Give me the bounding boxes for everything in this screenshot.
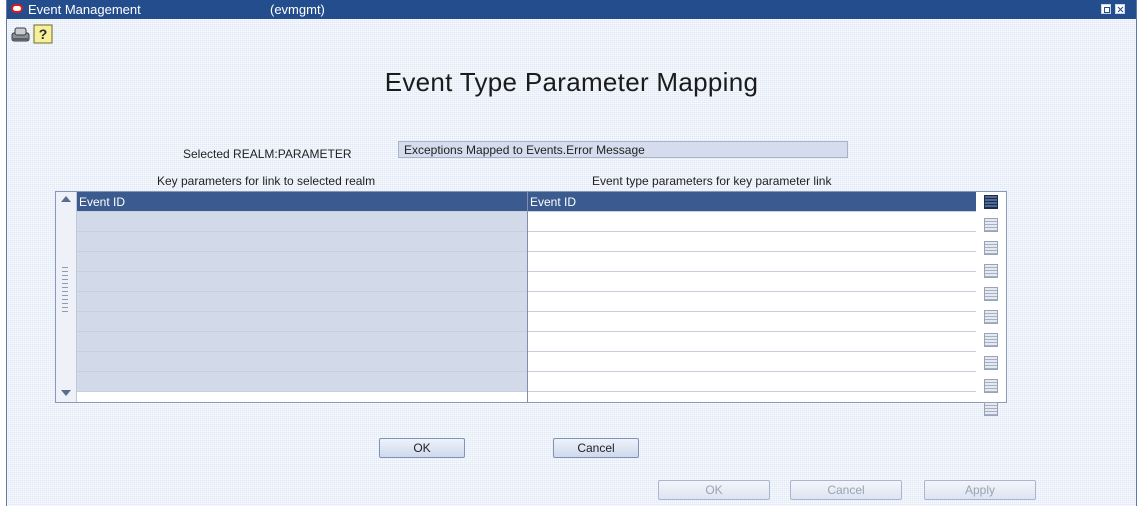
vertical-scrollbar[interactable]: [56, 192, 77, 402]
key-parameter-cell[interactable]: [77, 212, 527, 232]
key-parameter-cell[interactable]: [77, 272, 527, 292]
event-parameter-cell[interactable]: Event ID: [528, 192, 976, 212]
key-parameter-cell[interactable]: [77, 252, 527, 272]
row-selector-button[interactable]: [984, 356, 998, 370]
event-parameter-cell[interactable]: [528, 212, 976, 232]
event-parameter-cell[interactable]: [528, 232, 976, 252]
key-parameters-header: Key parameters for link to selected real…: [157, 174, 376, 188]
oracle-logo-icon: [11, 4, 23, 13]
key-parameter-cell[interactable]: [77, 232, 527, 252]
row-selector-button[interactable]: [984, 379, 998, 393]
key-parameter-cell[interactable]: Event ID: [77, 192, 527, 212]
page-title: Event Type Parameter Mapping: [384, 67, 759, 97]
close-icon[interactable]: [1115, 4, 1125, 14]
row-selector-column: [977, 192, 1005, 416]
event-parameter-cell[interactable]: [528, 332, 976, 352]
window-subtitle: (evmgmt): [270, 2, 325, 17]
row-selector-button[interactable]: [984, 195, 998, 209]
event-parameter-cell[interactable]: [528, 292, 976, 312]
footer-apply-button[interactable]: Apply: [924, 480, 1036, 500]
key-parameter-cell[interactable]: [77, 292, 527, 312]
event-type-parameters-header: Event type parameters for key parameter …: [592, 174, 832, 188]
scroll-down-icon[interactable]: [61, 390, 71, 396]
dialog-cancel-button[interactable]: Cancel: [553, 438, 639, 458]
row-selector-button[interactable]: [984, 264, 998, 278]
row-selector-button[interactable]: [984, 287, 998, 301]
window-title: Event Management: [28, 2, 141, 17]
row-selector-button[interactable]: [984, 310, 998, 324]
event-management-window: Event Management (evmgmt) ? Event Type P…: [6, 0, 1137, 506]
event-parameter-cell[interactable]: [528, 272, 976, 292]
event-parameter-cell[interactable]: [528, 372, 976, 392]
key-parameters-column: Event ID: [77, 192, 527, 402]
row-selector-button[interactable]: [984, 218, 998, 232]
footer-cancel-button[interactable]: Cancel: [790, 480, 902, 500]
key-parameter-cell[interactable]: [77, 332, 527, 352]
scroll-grip-icon[interactable]: [62, 264, 68, 312]
stamp-icon[interactable]: [11, 24, 31, 44]
event-parameter-cell[interactable]: [528, 312, 976, 332]
row-selector-button[interactable]: [984, 241, 998, 255]
key-parameter-cell[interactable]: [77, 352, 527, 372]
row-selector-button[interactable]: [984, 333, 998, 347]
svg-text:?: ?: [39, 26, 48, 42]
parameter-mapping-grid: Event ID Event ID: [55, 191, 1007, 416]
key-parameter-cell[interactable]: [77, 372, 527, 392]
realm-parameter-label: Selected REALM:PARAMETER: [183, 147, 352, 161]
scroll-up-icon[interactable]: [61, 196, 71, 202]
footer-ok-button[interactable]: OK: [658, 480, 770, 500]
event-parameter-cell[interactable]: [528, 252, 976, 272]
row-selector-button[interactable]: [984, 402, 998, 416]
title-bar[interactable]: Event Management (evmgmt): [7, 0, 1136, 19]
realm-parameter-field: Exceptions Mapped to Events.Error Messag…: [398, 141, 848, 158]
event-type-parameters-column: Event ID: [528, 192, 976, 402]
key-parameter-cell[interactable]: [77, 312, 527, 332]
event-parameter-cell[interactable]: [528, 352, 976, 372]
dialog-ok-button[interactable]: OK: [379, 438, 465, 458]
restore-icon[interactable]: [1101, 4, 1111, 14]
help-icon[interactable]: ?: [33, 24, 53, 44]
